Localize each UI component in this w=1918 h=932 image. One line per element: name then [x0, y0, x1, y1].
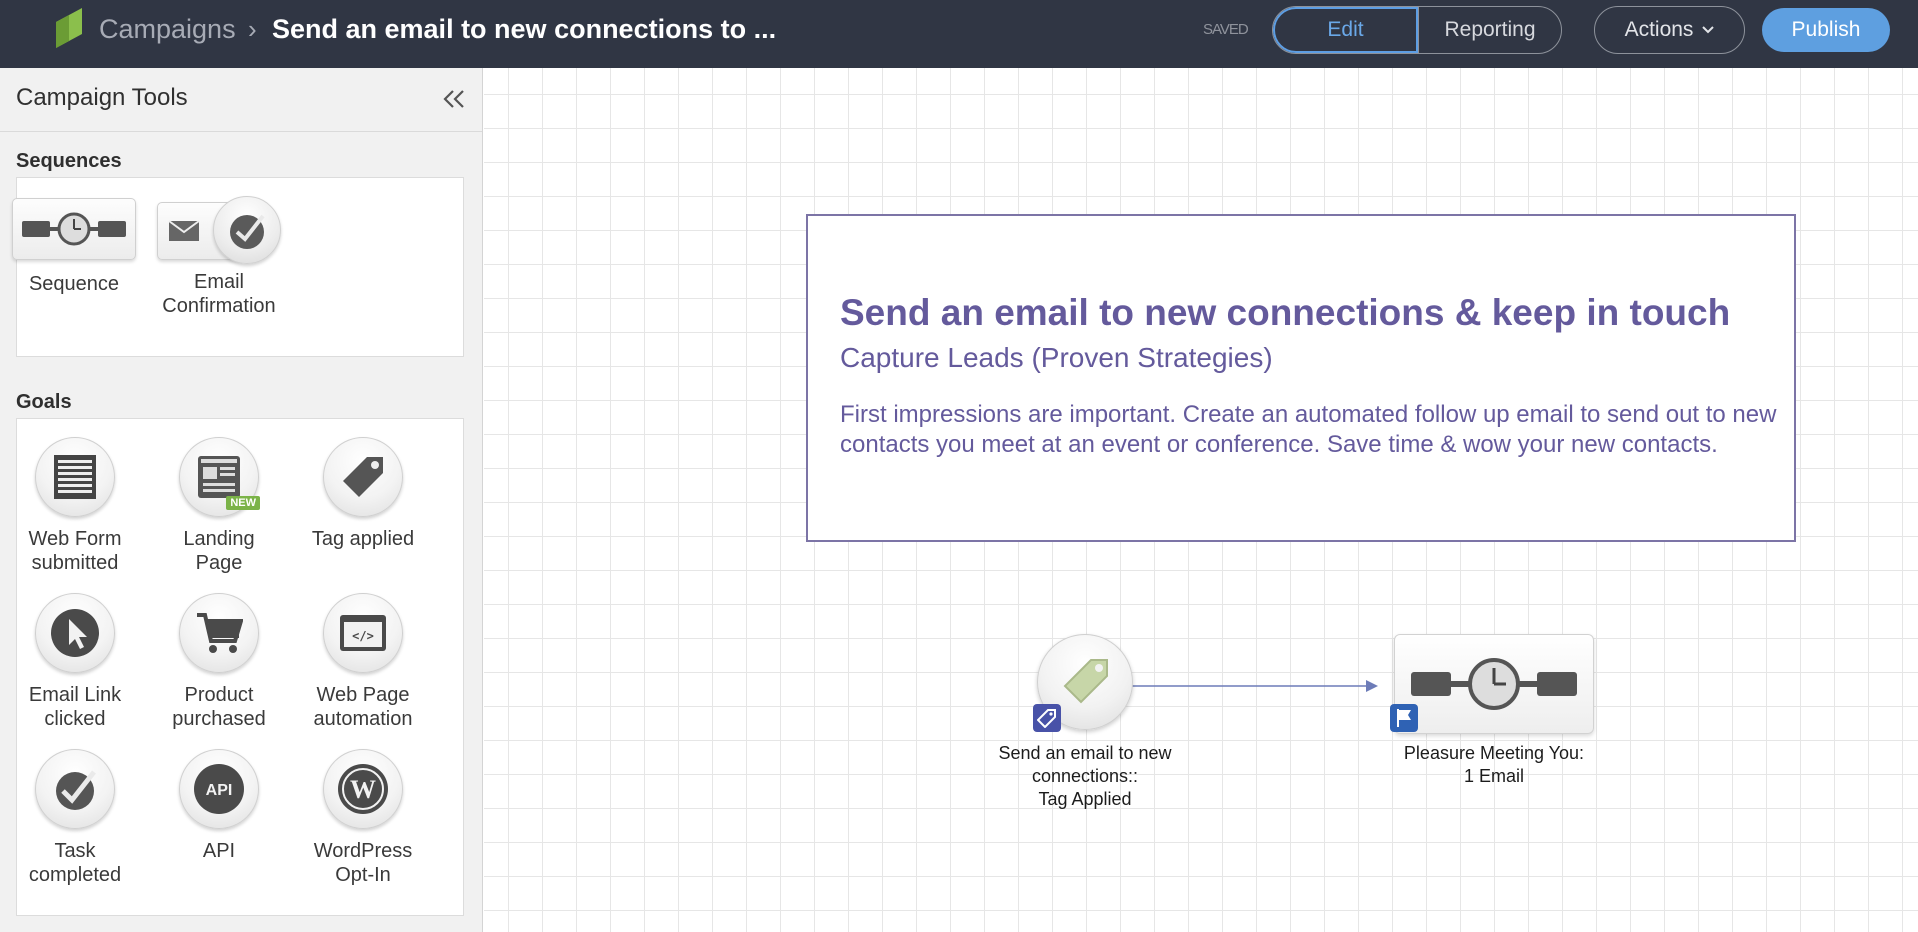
- tag-icon: [1063, 659, 1108, 704]
- tool-email-confirmation[interactable]: Email Confirmation: [144, 196, 294, 318]
- tool-label: Web Page automation: [313, 684, 413, 730]
- save-status: SAVED: [1203, 21, 1249, 38]
- tool-label: Product purchased: [172, 684, 266, 730]
- campaign-info-description: First impressions are important. Create …: [840, 401, 1777, 458]
- svg-text:API: API: [206, 782, 233, 799]
- tool-web-page-automation[interactable]: </> Web Page automation: [288, 593, 438, 731]
- publish-button[interactable]: Publish: [1762, 8, 1890, 52]
- campaign-info-title: Send an email to new connections & keep …: [840, 292, 1731, 333]
- campaign-tools-sidebar: Campaign Tools Sequences Sequence Email …: [0, 68, 483, 932]
- email-link-tile: [35, 593, 115, 673]
- breadcrumb-separator: ›: [248, 14, 257, 44]
- top-bar: Campaigns › Send an email to new connect…: [0, 0, 1918, 68]
- wordpress-icon: W: [338, 764, 388, 814]
- email-confirmation-tile: [157, 196, 281, 264]
- web-form-tile: [35, 437, 115, 517]
- tag-badge: [1033, 704, 1061, 732]
- sequence-node[interactable]: [1390, 634, 1594, 734]
- sidebar-header: Campaign Tools: [0, 68, 482, 132]
- collapse-sidebar-icon[interactable]: [442, 89, 466, 109]
- cart-icon: [197, 613, 243, 653]
- tag-icon: [343, 457, 383, 497]
- cursor-icon: [51, 609, 99, 657]
- tag-applied-node[interactable]: [1033, 634, 1133, 732]
- sequences-heading: Sequences: [16, 150, 122, 172]
- tool-label: Web Form submitted: [28, 528, 122, 574]
- product-purchased-tile: [179, 593, 259, 673]
- sequence-timer-icon: [22, 212, 126, 246]
- goals-heading: Goals: [16, 391, 72, 413]
- checkmark-icon: [56, 770, 96, 810]
- tool-landing-page[interactable]: NEW Landing Page: [144, 437, 294, 575]
- app-window: Campaigns › Send an email to new connect…: [0, 0, 1918, 932]
- task-completed-tile: [35, 749, 115, 829]
- tool-product-purchased[interactable]: Product purchased: [144, 593, 294, 731]
- sequence-node-box: [1394, 634, 1594, 734]
- tool-label: Email Link clicked: [28, 684, 122, 730]
- tool-web-form[interactable]: Web Form submitted: [0, 437, 150, 575]
- tool-label: Tag applied: [311, 528, 415, 550]
- tool-label: Landing Page: [183, 528, 255, 574]
- mode-toggle: Edit Reporting: [1272, 6, 1562, 54]
- web-page-automation-tile: </>: [323, 593, 403, 673]
- tool-label: WordPress Opt-In: [313, 840, 413, 886]
- wordpress-tile: W: [323, 749, 403, 829]
- tag-badge-icon: [1037, 709, 1056, 728]
- campaign-info-box[interactable]: Send an email to new connections & keep …: [806, 214, 1796, 542]
- tool-email-link-clicked[interactable]: Email Link clicked: [0, 593, 150, 731]
- campaign-info-subtitle: Capture Leads (Proven Strategies): [840, 342, 1273, 373]
- goals-panel: Web Form submitted NEW Landing Page Tag …: [16, 418, 464, 916]
- tool-label: Sequence: [28, 273, 120, 295]
- tool-label: API: [202, 840, 236, 862]
- api-icon: API: [194, 764, 244, 814]
- actions-label: Actions: [1624, 18, 1694, 41]
- actions-dropdown-button[interactable]: Actions: [1594, 6, 1745, 54]
- connector-arrow[interactable]: [1132, 676, 1380, 696]
- edit-mode-button[interactable]: Edit: [1273, 7, 1418, 53]
- sequence-tile: [12, 198, 136, 260]
- reporting-mode-button[interactable]: Reporting: [1418, 7, 1561, 53]
- flag-icon: [1397, 709, 1411, 727]
- envelope-icon: [168, 220, 200, 241]
- tool-wordpress-optin[interactable]: W WordPress Opt-In: [288, 749, 438, 887]
- sidebar-title: Campaign Tools: [16, 84, 188, 111]
- landing-page-icon: [198, 456, 240, 498]
- svg-text:</>: </>: [352, 629, 374, 643]
- flag-badge: [1390, 704, 1418, 732]
- new-badge: NEW: [226, 496, 260, 510]
- tool-sequence[interactable]: Sequence: [0, 198, 149, 296]
- logo-icon: [56, 8, 82, 48]
- campaign-title: Send an email to new connections to ...: [272, 14, 777, 44]
- svg-text:W: W: [350, 775, 376, 804]
- campaign-canvas[interactable]: Send an email to new connections & keep …: [484, 68, 1918, 932]
- web-form-icon: [54, 455, 96, 499]
- tool-label: Task completed: [28, 840, 122, 886]
- tool-tag-applied[interactable]: Tag applied: [288, 437, 438, 551]
- breadcrumb-campaigns[interactable]: Campaigns: [99, 12, 236, 46]
- code-window-icon: </>: [340, 615, 386, 651]
- tool-label: Email Confirmation: [162, 271, 276, 317]
- api-tile: API: [179, 749, 259, 829]
- sequence-node-label: Pleasure Meeting You: 1 Email: [1403, 743, 1585, 786]
- chevron-down-icon: [1702, 26, 1715, 34]
- tag-applied-tile: [323, 437, 403, 517]
- tag-node-label: Send an email to new connections:: Tag A…: [998, 743, 1172, 809]
- tool-api[interactable]: API API: [144, 749, 294, 863]
- landing-page-tile: NEW: [179, 437, 260, 517]
- tool-task-completed[interactable]: Task completed: [0, 749, 150, 887]
- checkmark-icon: [230, 214, 265, 249]
- sequences-panel: Sequence Email Confirmation: [12, 177, 464, 357]
- sequence-timer-icon: [1411, 658, 1577, 710]
